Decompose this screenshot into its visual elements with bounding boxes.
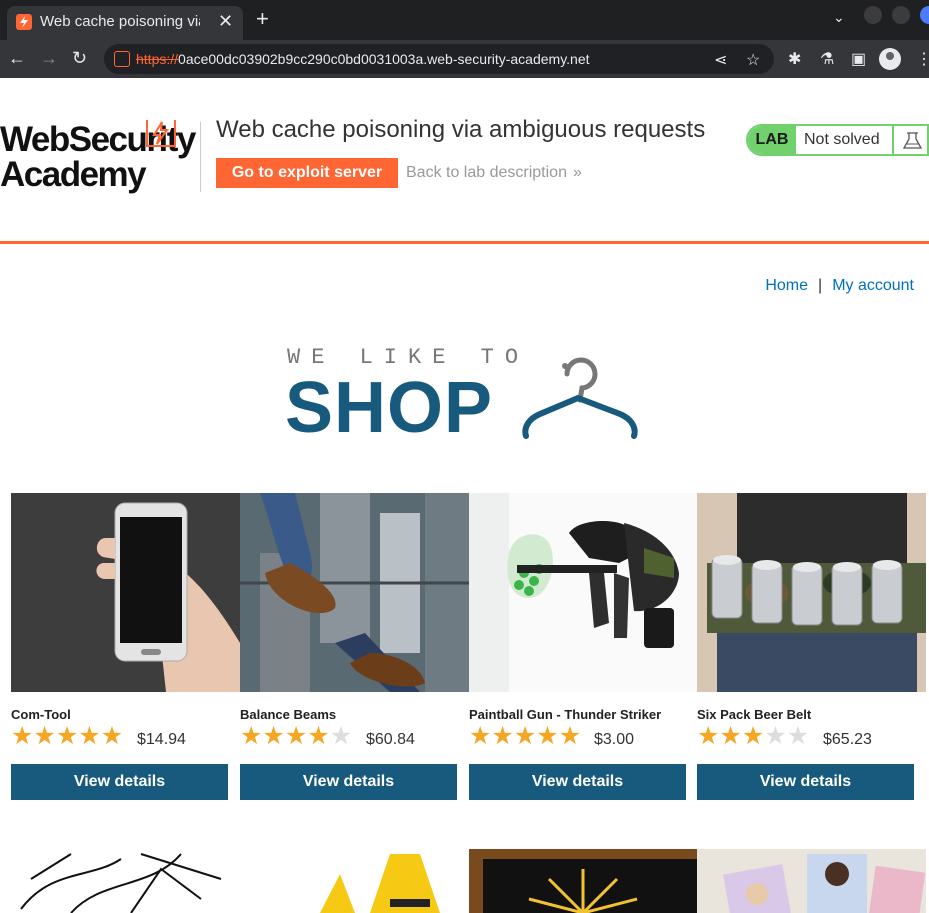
star-empty-icon: ★ bbox=[329, 722, 353, 750]
view-details-button[interactable]: View details bbox=[697, 764, 914, 800]
rating-stars: ★★★★★ bbox=[240, 722, 353, 750]
rating-stars: ★★★★★ bbox=[11, 722, 124, 750]
product-price: $3.00 bbox=[594, 731, 635, 748]
browser-tab[interactable]: Web cache poisoning via ambiguous reques… bbox=[7, 6, 243, 40]
star-icon: ★ bbox=[78, 722, 101, 750]
not-secure-icon[interactable] bbox=[114, 51, 130, 67]
extensions-puzzle-icon[interactable]: ✱ bbox=[788, 49, 801, 69]
maximize-window-button[interactable] bbox=[892, 6, 910, 24]
star-icon: ★ bbox=[491, 722, 514, 750]
tab-title: Web cache poisoning via ambiguous reques… bbox=[40, 13, 200, 30]
browser-toolbar: ← → ↻ https://0ace00dc03902b9cc290c0bd00… bbox=[0, 40, 929, 78]
star-icon: ★ bbox=[307, 722, 330, 750]
double-chevron-right-icon: » bbox=[572, 164, 582, 181]
logo-line2: Academy bbox=[0, 155, 147, 194]
star-icon: ★ bbox=[284, 722, 308, 750]
url-scheme: https:// bbox=[136, 51, 179, 67]
lab-title: Web cache poisoning via ambiguous reques… bbox=[216, 116, 706, 143]
url-text[interactable]: https://0ace00dc03902b9cc290c0bd0031003a… bbox=[136, 51, 590, 67]
bookmark-star-icon[interactable]: ☆ bbox=[746, 50, 760, 70]
rating-stars: ★★★★★ bbox=[469, 722, 582, 750]
product-price: $65.23 bbox=[823, 731, 872, 748]
product-image-paintball-gun bbox=[469, 493, 698, 692]
close-tab-icon[interactable]: ✕ bbox=[218, 11, 233, 32]
address-bar[interactable]: https://0ace00dc03902b9cc290c0bd0031003a… bbox=[104, 44, 774, 74]
product-image-warning-signs bbox=[240, 849, 469, 913]
star-icon: ★ bbox=[469, 722, 492, 750]
star-icon: ★ bbox=[33, 722, 56, 750]
nav-separator: | bbox=[818, 277, 823, 294]
flask-icon[interactable]: ⚗ bbox=[820, 49, 834, 69]
back-arrow-icon[interactable]: ← bbox=[8, 48, 26, 68]
product-image-beer-belt bbox=[697, 493, 926, 692]
star-icon: ★ bbox=[719, 722, 742, 750]
banner-headline: SHOP bbox=[285, 368, 494, 448]
view-details-button[interactable]: View details bbox=[240, 764, 457, 800]
star-icon: ★ bbox=[536, 722, 559, 750]
product-image-balance-beams bbox=[240, 493, 469, 692]
home-link[interactable]: Home bbox=[765, 277, 808, 294]
academy-header: WebSecurity Academy Web cache poisoning … bbox=[0, 78, 929, 244]
profile-avatar[interactable] bbox=[879, 48, 901, 70]
product-image-cards bbox=[697, 849, 926, 913]
product-name: Balance Beams bbox=[240, 707, 337, 722]
product-name: Six Pack Beer Belt bbox=[697, 707, 812, 722]
product-name: Com-Tool bbox=[11, 707, 71, 722]
coat-hanger-icon bbox=[522, 357, 638, 439]
product-image-sunburst bbox=[469, 849, 698, 913]
back-to-lab-description-link[interactable]: Back to lab description » bbox=[406, 164, 582, 182]
star-empty-icon: ★ bbox=[764, 722, 787, 750]
shop-top-nav: Home | My account bbox=[765, 277, 914, 295]
my-account-link[interactable]: My account bbox=[832, 277, 914, 294]
header-divider bbox=[200, 122, 201, 192]
lab-badge: LAB bbox=[748, 126, 796, 154]
star-icon: ★ bbox=[11, 722, 34, 750]
star-icon: ★ bbox=[100, 722, 124, 750]
more-menu-icon[interactable]: ⋮ bbox=[916, 49, 929, 69]
new-tab-icon[interactable]: + bbox=[256, 7, 269, 31]
side-panel-icon[interactable]: ▣ bbox=[851, 49, 866, 69]
chevron-down-icon[interactable]: ⌄ bbox=[833, 9, 845, 26]
close-window-button[interactable] bbox=[920, 6, 929, 24]
rating-stars: ★★★★★ bbox=[697, 722, 810, 750]
view-details-button[interactable]: View details bbox=[469, 764, 686, 800]
logo-bolt-icon bbox=[146, 120, 176, 147]
star-icon: ★ bbox=[741, 722, 765, 750]
browser-tab-bar: Web cache poisoning via ambiguous reques… bbox=[0, 0, 929, 40]
product-price: $60.84 bbox=[366, 731, 415, 748]
product-image-phone bbox=[11, 493, 240, 692]
star-icon: ★ bbox=[262, 722, 285, 750]
star-icon: ★ bbox=[558, 722, 582, 750]
star-icon: ★ bbox=[240, 722, 263, 750]
forward-arrow-icon[interactable]: → bbox=[40, 48, 58, 68]
product-name: Paintball Gun - Thunder Striker bbox=[469, 707, 662, 722]
product-image-sketch bbox=[11, 849, 240, 913]
star-icon: ★ bbox=[513, 722, 537, 750]
lab-flask-icon bbox=[892, 124, 929, 156]
star-icon: ★ bbox=[697, 722, 720, 750]
url-host: 0ace00dc03902b9cc290c0bd0031003a.web-sec… bbox=[178, 51, 590, 67]
lab-status-widget: LAB Not solved bbox=[746, 124, 929, 156]
lab-favicon-icon bbox=[16, 14, 32, 30]
reload-icon[interactable]: ↻ bbox=[72, 48, 87, 68]
product-price: $14.94 bbox=[137, 731, 186, 748]
lab-status-text: Not solved bbox=[804, 131, 880, 148]
star-empty-icon: ★ bbox=[786, 722, 810, 750]
go-to-exploit-server-button[interactable]: Go to exploit server bbox=[216, 158, 398, 188]
minimize-window-button[interactable] bbox=[864, 6, 882, 24]
share-icon[interactable]: ⋖ bbox=[714, 50, 727, 70]
star-icon: ★ bbox=[55, 722, 79, 750]
view-details-button[interactable]: View details bbox=[11, 764, 228, 800]
back-link-label: Back to lab description bbox=[406, 164, 567, 181]
